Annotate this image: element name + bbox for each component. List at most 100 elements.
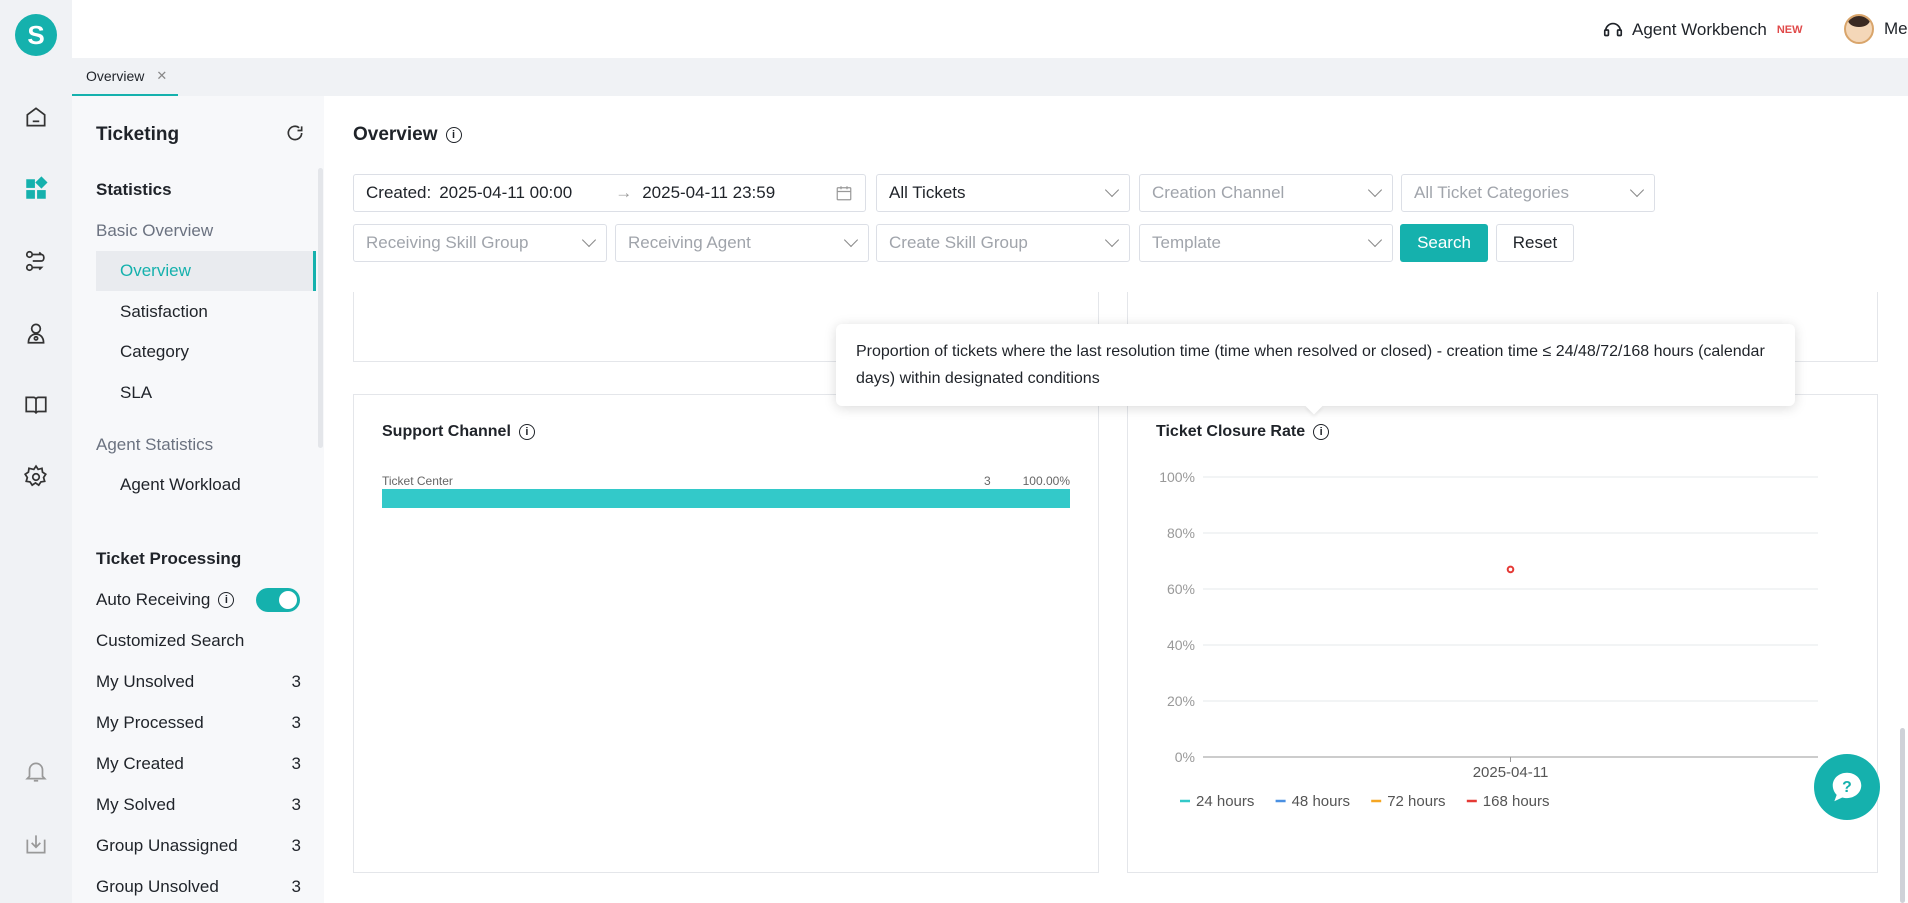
chevron-down-icon	[1104, 182, 1120, 198]
ticket-categories-placeholder: All Ticket Categories	[1414, 183, 1569, 202]
page-title-text: Overview	[353, 124, 438, 145]
template-select[interactable]: Template	[1139, 224, 1393, 262]
create-skill-group-select[interactable]: Create Skill Group	[876, 224, 1130, 262]
support-channel-title: Support Channel	[382, 423, 511, 440]
legend-label[interactable]: 168 hours	[1483, 793, 1550, 810]
closure-rate-chart: 100% 80% 60% 40% 20% 0% 2025-04-11 24 hours 48 h…	[1159, 469, 1818, 810]
view-count: 3	[291, 713, 301, 732]
legend-label[interactable]: 24 hours	[1196, 793, 1254, 810]
legend-label[interactable]: 48 hours	[1292, 793, 1350, 810]
help-chat-icon: ?	[1832, 772, 1862, 802]
view-my-processed[interactable]: My Processed 3	[96, 713, 301, 733]
top-header: Agent Workbench NEW Merry ▼	[72, 0, 1908, 58]
y-tick-label: 100%	[1159, 469, 1195, 485]
view-my-created[interactable]: My Created 3	[96, 754, 301, 774]
agent-statistics-group[interactable]: Agent Statistics	[96, 435, 213, 455]
svg-text:?: ?	[1842, 779, 1852, 796]
info-icon[interactable]: i	[445, 127, 462, 143]
view-label: My Created	[96, 754, 184, 773]
sidebar-item-category[interactable]: Category	[96, 332, 316, 372]
creation-channel-select[interactable]: Creation Channel	[1139, 174, 1393, 212]
search-button[interactable]: Search	[1400, 224, 1488, 262]
closure-rate-card: Ticket Closure Rate i 100% 80% 60% 40% 20% 0%…	[1127, 394, 1878, 873]
view-count: 3	[291, 754, 301, 773]
user-name: Merry	[1884, 19, 1908, 38]
date-arrow: →	[615, 183, 633, 202]
routing-icon[interactable]	[22, 247, 50, 275]
home-icon[interactable]	[22, 103, 50, 131]
avatar	[1844, 14, 1874, 44]
view-my-unsolved[interactable]: My Unsolved 3	[96, 672, 301, 692]
ticketing-sidebar: Ticketing Statistics Basic Overview Over…	[72, 96, 324, 903]
sidebar-scrollbar[interactable]	[318, 168, 323, 448]
view-count: 3	[291, 877, 301, 896]
legend-label[interactable]: 72 hours	[1387, 793, 1445, 810]
settings-gear-icon[interactable]	[22, 463, 50, 491]
refresh-icon[interactable]	[285, 123, 305, 143]
info-icon[interactable]: i	[518, 424, 535, 440]
customized-search-label: Customized Search	[96, 631, 245, 650]
basic-overview-group[interactable]: Basic Overview	[96, 221, 213, 241]
receiving-agent-placeholder: Receiving Agent	[628, 233, 751, 252]
ticket-scope-value: All Tickets	[889, 183, 966, 202]
tab-overview[interactable]: Overview ✕	[72, 58, 178, 96]
view-group-unassigned[interactable]: Group Unassigned 3	[96, 836, 301, 856]
channel-count: 3	[984, 474, 991, 488]
ticket-processing-heading: Ticket Processing	[96, 549, 242, 568]
sidebar-item-satisfaction[interactable]: Satisfaction	[96, 292, 316, 332]
view-group-unsolved[interactable]: Group Unsolved 3	[96, 877, 301, 897]
agent-icon[interactable]	[22, 319, 50, 347]
view-label: My Unsolved	[96, 672, 195, 691]
receiving-agent-select[interactable]: Receiving Agent	[615, 224, 869, 262]
notification-bell-icon[interactable]	[22, 757, 50, 785]
y-tick-label: 40%	[1167, 637, 1195, 653]
template-placeholder: Template	[1152, 233, 1221, 252]
app-logo[interactable]: S	[15, 14, 57, 56]
info-icon[interactable]: i	[218, 592, 235, 608]
receiving-skill-group-select[interactable]: Receiving Skill Group	[353, 224, 607, 262]
view-label: My Solved	[96, 795, 176, 814]
dashboard-icon[interactable]	[22, 175, 50, 203]
auto-receiving-label: Auto Receiving	[96, 590, 211, 609]
chevron-down-icon	[843, 232, 859, 248]
main-content: Overview i Created: 2025-04-11 00:00 → 2…	[324, 96, 1908, 903]
auto-receiving-toggle[interactable]	[256, 588, 300, 612]
page-title: Overview i	[353, 124, 462, 146]
channel-row[interactable]: Ticket Center 3 100.00%	[382, 474, 1070, 508]
help-button[interactable]: ?	[1814, 754, 1880, 820]
close-icon[interactable]: ✕	[156, 68, 167, 84]
user-menu[interactable]: Merry ▼	[1844, 14, 1908, 44]
view-count: 3	[291, 795, 301, 814]
calendar-icon[interactable]	[835, 184, 853, 202]
customized-search-link[interactable]: Customized Search	[96, 631, 301, 651]
headset-icon	[1603, 22, 1623, 37]
sidebar-item-sla[interactable]: SLA	[96, 373, 316, 413]
chevron-down-icon	[581, 232, 597, 248]
date-end[interactable]: 2025-04-11 23:59	[642, 183, 775, 203]
y-tick-label: 60%	[1167, 581, 1195, 597]
create-skill-group-placeholder: Create Skill Group	[889, 233, 1028, 252]
knowledge-book-icon[interactable]	[22, 391, 50, 419]
date-start[interactable]: 2025-04-11 00:00	[439, 183, 615, 203]
x-tick-label: 2025-04-11	[1473, 764, 1549, 781]
download-icon[interactable]	[22, 830, 50, 858]
channel-bar[interactable]	[382, 489, 1070, 508]
channel-label: Ticket Center	[382, 474, 453, 488]
view-label: Group Unassigned	[96, 836, 238, 855]
sidebar-item-overview[interactable]: Overview	[96, 251, 316, 291]
ticket-scope-select[interactable]: All Tickets	[876, 174, 1130, 212]
new-badge: NEW	[1776, 24, 1803, 36]
closure-rate-tooltip: Proportion of tickets where the last res…	[836, 324, 1795, 406]
ticket-categories-select[interactable]: All Ticket Categories	[1401, 174, 1655, 212]
agent-workbench-link[interactable]: Agent Workbench NEW	[1602, 19, 1803, 41]
auto-receiving-row: Auto Receiving i	[96, 590, 235, 610]
view-my-solved[interactable]: My Solved 3	[96, 795, 301, 815]
sidebar-item-agent-workload[interactable]: Agent Workload	[96, 465, 316, 505]
workbench-label: Agent Workbench	[1632, 20, 1767, 39]
view-count: 3	[291, 836, 301, 855]
data-point[interactable]	[1506, 565, 1515, 574]
created-date-range[interactable]: Created: 2025-04-11 00:00 → 2025-04-11 2…	[353, 174, 866, 212]
chevron-down-icon	[1367, 182, 1383, 198]
page-scrollbar[interactable]	[1900, 728, 1905, 903]
reset-button[interactable]: Reset	[1496, 224, 1574, 262]
